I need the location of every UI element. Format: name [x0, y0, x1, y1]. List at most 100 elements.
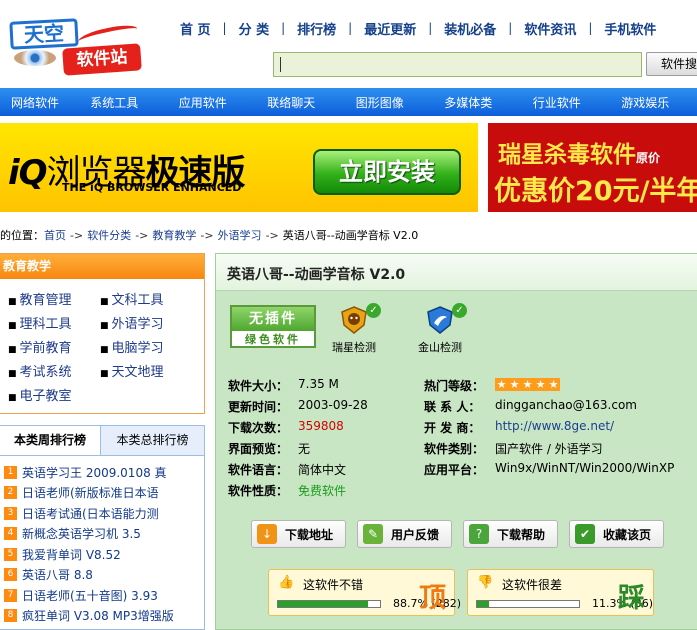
rising-ad-line2: 优惠价20元/半年 — [494, 176, 697, 207]
rank-item-title: 日语考试通(日本语能力测 — [22, 506, 159, 521]
vote-bad[interactable]: 👎 这软件很差 11.3% (36) 踩 — [467, 569, 654, 616]
list-item[interactable]: 7 日语老师(五十音图) 3.93 — [0, 585, 204, 606]
search-button[interactable]: 软件搜 — [646, 52, 697, 76]
navbar-apps[interactable]: 应用软件 — [159, 94, 248, 111]
list-item[interactable]: 5 我爱背单词 V8.52 — [0, 544, 204, 565]
list-item[interactable]: 4 新概念英语学习机 3.5 — [0, 524, 204, 545]
feedback-icon: ✎ — [363, 524, 383, 544]
list-item[interactable]: 6 英语八哥 8.8 — [0, 565, 204, 586]
tab-total-rank[interactable]: 本类总排行榜 — [100, 426, 204, 455]
breadcrumb-link-home[interactable]: 首页 — [44, 229, 66, 242]
rising-scan-badge[interactable]: ✓ 瑞星检测 — [332, 303, 381, 355]
ranking-panel: 本类周排行榜 本类总排行榜 1 英语学习王 2009.0108 真 2 日语老师(新… — [0, 425, 205, 630]
rank-number-badge: 4 — [4, 527, 17, 541]
nav-mobile[interactable]: 手机软件 — [592, 19, 668, 38]
rank-number-badge: 7 — [4, 588, 17, 602]
label-platform: 应用平台： — [424, 463, 485, 477]
logo-text-top: 天空 — [23, 20, 65, 48]
vote-bad-text: 这软件很差 — [502, 578, 563, 592]
navbar-graphics[interactable]: 图形图像 — [336, 94, 425, 111]
category-item[interactable]: ■ 外语学习 — [100, 313, 164, 332]
navbar-network[interactable]: 网络软件 — [0, 94, 70, 111]
vote-good[interactable]: 👍 这软件不错 88.7% (282) 顶 — [268, 569, 461, 616]
nav-ranking[interactable]: 排行榜 — [285, 19, 348, 38]
tab-weekly-rank[interactable]: 本类周排行榜 — [0, 426, 100, 455]
bullet-icon: ■ — [8, 345, 17, 355]
rank-item-title: 英语学习王 2009.0108 真 — [22, 465, 167, 480]
lion-shield-icon: ✓ — [339, 303, 381, 335]
list-item[interactable]: 2 日语老师(新版标准日本语 — [0, 483, 204, 504]
bullet-icon: ■ — [8, 393, 17, 403]
value-downloads: 359808 — [298, 419, 344, 433]
vote-bad-bar — [476, 600, 580, 608]
bullet-icon: ■ — [100, 297, 109, 307]
download-address-button[interactable]: ↓ 下载地址 — [251, 520, 346, 548]
download-help-button[interactable]: ? 下载帮助 — [463, 520, 558, 548]
category-item[interactable]: ■ 文科工具 — [100, 289, 164, 308]
search-input[interactable] — [273, 52, 642, 77]
user-feedback-label: 用户反馈 — [391, 527, 440, 542]
category-item[interactable]: ■ 教育管理 — [8, 289, 72, 308]
category-item-label: 考试系统 — [19, 365, 72, 380]
category-item[interactable]: ■ 电子教室 — [8, 385, 72, 404]
nav-category[interactable]: 分 类 — [227, 19, 282, 38]
category-item-label: 电子教室 — [19, 389, 72, 404]
rank-item-title: 日语老师(五十音图) 3.93 — [22, 588, 158, 603]
rank-item-title: 疯狂单词 V3.08 MP3增强版 — [22, 609, 174, 624]
breadcrumb-link-education[interactable]: 教育教学 — [152, 229, 196, 242]
software-title-bar: 英语八哥--动画学音标 V2.0 — [216, 254, 697, 291]
category-item-label: 文科工具 — [111, 293, 164, 308]
rank-number-badge: 3 — [4, 506, 17, 520]
thumbs-down-icon: 👎 — [477, 575, 494, 590]
iq-browser-ad-banner[interactable]: iQ浏览器极速版 THE iQ BROWSER ENHANCED 立即安装 — [0, 123, 478, 212]
category-item[interactable]: ■ 电脑学习 — [100, 337, 164, 356]
nav-home[interactable]: 首 页 — [168, 19, 223, 38]
navbar-industry[interactable]: 行业软件 — [513, 94, 602, 111]
breadcrumb-link-category[interactable]: 软件分类 — [87, 229, 131, 242]
bullet-icon: ■ — [8, 297, 17, 307]
navbar-chat[interactable]: 联络聊天 — [247, 94, 336, 111]
label-nature: 软件性质： — [228, 484, 289, 498]
navbar-games[interactable]: 游戏娱乐 — [601, 94, 690, 111]
hot-level-stars: ★ ★ ★ ★ ★ — [495, 378, 560, 391]
kingsoft-shield-icon: ✓ — [425, 303, 467, 335]
navbar-multimedia[interactable]: 多媒体类 — [424, 94, 513, 111]
navbar-system[interactable]: 系统工具 — [70, 94, 159, 111]
list-item[interactable]: 3 日语考试通(日本语能力测 — [0, 503, 204, 524]
nav-news[interactable]: 软件资讯 — [512, 19, 588, 38]
value-preview: 无 — [298, 442, 311, 456]
developer-link[interactable]: http://www.8ge.net/ — [495, 419, 614, 433]
bookmark-icon: ✔ — [575, 524, 595, 544]
breadcrumb-link-language[interactable]: 外语学习 — [218, 229, 262, 242]
category-item[interactable]: ■ 学前教育 — [8, 337, 72, 356]
ranking-tabs: 本类周排行榜 本类总排行榜 — [0, 426, 204, 456]
category-item-label: 理科工具 — [19, 317, 72, 332]
star-icon: ★ — [521, 378, 534, 391]
list-item[interactable]: 8 疯狂单词 V3.08 MP3增强版 — [0, 606, 204, 627]
category-item-label: 学前教育 — [19, 341, 72, 356]
rank-number-badge: 6 — [4, 568, 17, 582]
kingsoft-scan-badge[interactable]: ✓ 金山检测 — [418, 303, 467, 355]
rank-item-title: 日语老师(新版标准日本语 — [22, 486, 159, 501]
rising-antivirus-ad-banner[interactable]: 瑞星杀毒软件原价 优惠价20元/半年 — [488, 123, 697, 212]
install-now-button[interactable]: 立即安装 — [313, 149, 461, 195]
logo-box-bottom: 软件站 — [62, 43, 142, 76]
site-logo[interactable]: 天空 软件站 — [8, 18, 148, 80]
rising-ad-line1: 瑞星杀毒软件原价 — [498, 135, 660, 169]
bookmark-page-button[interactable]: ✔ 收藏该页 — [569, 520, 664, 548]
category-item[interactable]: ■ 考试系统 — [8, 361, 72, 380]
bookmark-page-label: 收藏该页 — [603, 527, 652, 542]
logo-box-top: 天空 — [9, 18, 79, 50]
label-language: 软件语言： — [228, 463, 289, 477]
user-feedback-button[interactable]: ✎ 用户反馈 — [357, 520, 452, 548]
nav-recent[interactable]: 最近更新 — [352, 19, 428, 38]
category-item[interactable]: ■ 天文地理 — [100, 361, 164, 380]
category-navbar: 网络软件 系统工具 应用软件 联络聊天 图形图像 多媒体类 行业软件 游戏娱乐 — [0, 88, 697, 116]
check-icon: ✓ — [366, 303, 381, 318]
label-type: 软件类别： — [424, 442, 485, 456]
nav-essentials[interactable]: 装机必备 — [432, 19, 508, 38]
rank-item-title: 我爱背单词 V8.52 — [22, 547, 121, 562]
category-item[interactable]: ■ 理科工具 — [8, 313, 72, 332]
value-nature: 免费软件 — [298, 484, 347, 498]
list-item[interactable]: 1 英语学习王 2009.0108 真 — [0, 462, 204, 483]
